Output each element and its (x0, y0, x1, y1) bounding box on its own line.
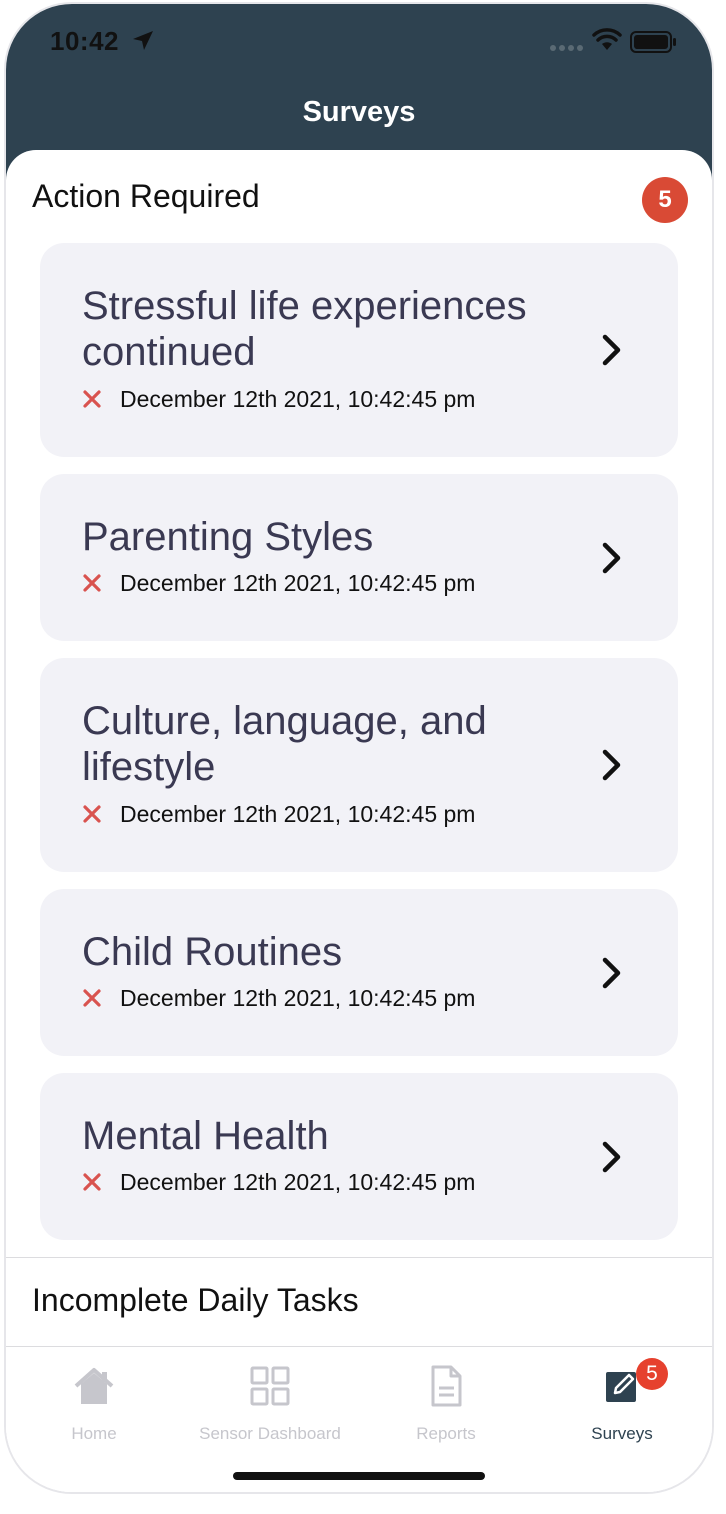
survey-card[interactable]: Parenting Styles December 12th 2021, 10:… (40, 474, 678, 641)
survey-date: December 12th 2021, 10:42:45 pm (120, 1168, 476, 1195)
grid-icon (250, 1366, 290, 1406)
tab-label: Surveys (591, 1424, 653, 1443)
survey-title: Child Routines (82, 930, 343, 974)
page-title: Surveys (302, 96, 416, 128)
chevron-right-icon (602, 749, 621, 781)
action-required-count-badge: 5 (642, 177, 688, 223)
wifi-icon (592, 28, 622, 50)
survey-card[interactable]: Child Routines December 12th 2021, 10:42… (40, 889, 678, 1056)
survey-status: December 12th 2021, 10:42:45 pm (82, 568, 475, 598)
surveys-count-badge: 5 (636, 1358, 668, 1390)
incomplete-daily-tasks-heading[interactable]: Incomplete Daily Tasks (32, 1282, 359, 1319)
tabbar-divider (6, 1346, 712, 1347)
chevron-right-icon (602, 542, 621, 574)
survey-status: December 12th 2021, 10:42:45 pm (82, 1167, 475, 1197)
survey-card[interactable]: Culture, language, and lifestyle Decembe… (40, 658, 678, 872)
chevron-right-icon (602, 334, 621, 366)
tab-label: Reports (416, 1424, 476, 1443)
survey-card[interactable]: Mental Health December 12th 2021, 10:42:… (40, 1073, 678, 1240)
tab-label: Sensor Dashboard (199, 1424, 341, 1443)
document-icon (431, 1365, 462, 1407)
action-required-heading: Action Required (32, 178, 260, 214)
survey-list: Action Required 5 Stressful life experie… (6, 150, 712, 1492)
tab-label: Home (71, 1424, 117, 1443)
survey-status: December 12th 2021, 10:42:45 pm (82, 384, 475, 414)
survey-date: December 12th 2021, 10:42:45 pm (120, 984, 476, 1011)
home-indicator[interactable] (233, 1472, 485, 1480)
tab-home[interactable]: Home (6, 1348, 182, 1448)
status-time: 10:42 (50, 26, 119, 56)
tab-reports[interactable]: Reports (358, 1348, 534, 1448)
incomplete-x-icon (83, 574, 101, 592)
survey-card[interactable]: Stressful life experiences continued Dec… (40, 243, 678, 457)
tab-bar: Home Sensor Dashboard Reports 5 Surveys (6, 1348, 712, 1492)
survey-status: December 12th 2021, 10:42:45 pm (82, 799, 475, 829)
survey-date: December 12th 2021, 10:42:45 pm (120, 385, 476, 412)
survey-status: December 12th 2021, 10:42:45 pm (82, 983, 475, 1013)
survey-title: Parenting Styles (82, 515, 374, 559)
incomplete-x-icon (83, 805, 101, 823)
incomplete-x-icon (83, 1173, 101, 1191)
tab-sensor-dashboard[interactable]: Sensor Dashboard (182, 1348, 358, 1448)
survey-date: December 12th 2021, 10:42:45 pm (120, 800, 476, 827)
survey-title: Mental Health (82, 1114, 329, 1158)
home-icon (74, 1368, 114, 1404)
incomplete-x-icon (83, 390, 101, 408)
tab-surveys[interactable]: 5 Surveys (534, 1348, 710, 1448)
cell-signal-icon (550, 45, 583, 51)
location-arrow-icon (133, 31, 153, 50)
phone-screen: 10:42 Surveys Action Required 5 Stressfu… (6, 4, 712, 1492)
battery-icon (630, 31, 676, 53)
section-divider (6, 1257, 712, 1258)
incomplete-x-icon (83, 989, 101, 1007)
survey-date: December 12th 2021, 10:42:45 pm (120, 569, 476, 596)
survey-title: Stressful life experiences continued (82, 284, 527, 374)
chevron-right-icon (602, 957, 621, 989)
chevron-right-icon (602, 1141, 621, 1173)
survey-title: Culture, language, and lifestyle (82, 699, 487, 789)
